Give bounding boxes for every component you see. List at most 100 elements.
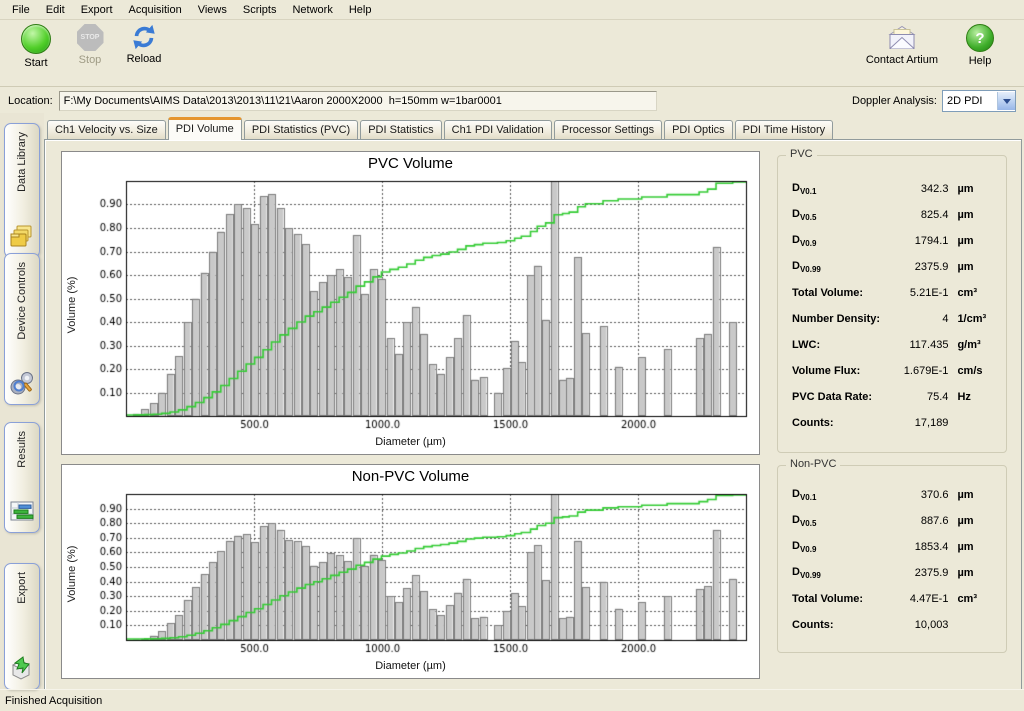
doppler-analysis-select[interactable]: 2D PDI <box>942 90 1016 112</box>
stat-label: DV0.5 <box>792 514 891 528</box>
stat-unit: µm <box>957 261 998 273</box>
stat-unit: cm³ <box>957 593 998 605</box>
stat-label: Counts: <box>792 417 891 429</box>
stat-row-lwc: LWC:117.435g/m³ <box>792 332 998 358</box>
stat-value: 887.6 <box>891 515 958 527</box>
tab-pdi-statistics-pvc[interactable]: PDI Statistics (PVC) <box>244 120 358 139</box>
stat-value: 825.4 <box>891 209 958 221</box>
tab-pdi-volume[interactable]: PDI Volume <box>168 117 242 140</box>
location-label: Location: <box>8 95 53 107</box>
start-button[interactable]: Start <box>10 24 62 69</box>
pvc-chart-xlabel: Diameter (µm) <box>62 434 759 453</box>
toolbar: Start STOP Stop Reload Contact Artium ? … <box>0 20 1024 87</box>
menu-item-network[interactable]: Network <box>284 2 340 18</box>
envelope-icon <box>886 24 918 51</box>
pvc-groupbox-title: PVC <box>786 148 817 160</box>
tab-processor-settings[interactable]: Processor Settings <box>554 120 662 139</box>
non-pvc-stats-groupbox: Non-PVC DV0.1370.6µmDV0.5887.6µmDV0.9185… <box>777 465 1007 653</box>
stat-row-d-v0-9: DV0.91853.4µm <box>792 534 998 560</box>
sidebar-item-data-library[interactable]: Data Library <box>4 123 40 258</box>
stat-row-total-volume: Total Volume:4.47E-1cm³ <box>792 586 998 612</box>
stat-row-pvc-data-rate: PVC Data Rate:75.4Hz <box>792 384 998 410</box>
tab-ch1-velocity-vs-size[interactable]: Ch1 Velocity vs. Size <box>47 120 166 139</box>
stat-unit: µm <box>957 209 998 221</box>
sidebar-item-label: Export <box>16 572 28 604</box>
start-button-label: Start <box>24 57 47 69</box>
gears-icon <box>9 370 35 399</box>
location-row: Location: F:\My Documents\AIMS Data\2013… <box>0 87 1024 115</box>
menu-item-help[interactable]: Help <box>341 2 380 18</box>
help-button[interactable]: ? Help <box>954 24 1006 67</box>
main-area: Data Library Device Controls Results Export… <box>0 113 1024 690</box>
export-arrow-icon <box>9 655 35 684</box>
stat-value: 1853.4 <box>891 541 958 553</box>
contact-artium-button[interactable]: Contact Artium <box>866 24 938 66</box>
menu-item-edit[interactable]: Edit <box>38 2 73 18</box>
tab-ch1-pdi-validation[interactable]: Ch1 PDI Validation <box>444 120 552 139</box>
stat-label: DV0.1 <box>792 182 891 196</box>
stat-row-d-v0-99: DV0.992375.9µm <box>792 254 998 280</box>
stat-unit: cm/s <box>957 365 998 377</box>
sidebar-item-label: Device Controls <box>16 262 28 340</box>
stat-unit: µm <box>957 541 998 553</box>
menu-item-export[interactable]: Export <box>73 2 121 18</box>
location-input[interactable]: F:\My Documents\AIMS Data\2013\2013\11\2… <box>59 91 657 111</box>
pvc-stats-groupbox: PVC DV0.1342.3µmDV0.5825.4µmDV0.91794.1µ… <box>777 155 1007 453</box>
stat-label: DV0.99 <box>792 566 891 580</box>
menu-bar: FileEditExportAcquisitionViewsScriptsNet… <box>0 0 1024 20</box>
menu-item-file[interactable]: File <box>4 2 38 18</box>
non-pvc-chart-title: Non-PVC Volume <box>62 465 759 489</box>
pvc-chart-ylabel: Volume (%) <box>66 277 78 334</box>
stat-unit: µm <box>957 235 998 247</box>
stat-value: 1.679E-1 <box>891 365 958 377</box>
start-icon <box>21 24 51 54</box>
pvc-volume-chart-panel: PVC Volume Volume (%) Diameter (µm) <box>61 151 760 455</box>
stat-unit: cm³ <box>957 287 998 299</box>
menu-item-scripts[interactable]: Scripts <box>235 2 285 18</box>
doppler-analysis-label: Doppler Analysis: <box>852 95 937 107</box>
non-pvc-volume-chart <box>82 489 755 658</box>
chevron-down-icon[interactable] <box>997 92 1015 110</box>
sidebar: Data Library Device Controls Results Export <box>0 113 44 690</box>
non-pvc-chart-ylabel: Volume (%) <box>66 545 78 602</box>
reload-button[interactable]: Reload <box>118 24 170 65</box>
stat-unit: 1/cm³ <box>957 313 998 325</box>
stat-row-total-volume: Total Volume:5.21E-1cm³ <box>792 280 998 306</box>
stat-label: Total Volume: <box>792 593 891 605</box>
folders-icon <box>9 223 35 252</box>
stat-value: 17,189 <box>891 417 958 429</box>
stat-row-counts: Counts:17,189 <box>792 410 998 436</box>
stat-unit: µm <box>957 567 998 579</box>
stat-unit: µm <box>957 489 998 501</box>
tab-pdi-optics[interactable]: PDI Optics <box>664 120 733 139</box>
stat-label: DV0.5 <box>792 208 891 222</box>
doppler-analysis-value: 2D PDI <box>943 95 997 107</box>
status-text: Finished Acquisition <box>5 695 102 707</box>
sidebar-item-export[interactable]: Export <box>4 563 40 690</box>
stat-label: DV0.1 <box>792 488 891 502</box>
stat-unit: Hz <box>957 391 998 403</box>
stat-unit: g/m³ <box>957 339 998 351</box>
stat-label: DV0.9 <box>792 234 891 248</box>
sidebar-item-results[interactable]: Results <box>4 422 40 533</box>
menu-item-views[interactable]: Views <box>190 2 235 18</box>
stat-unit: µm <box>957 183 998 195</box>
stat-label: LWC: <box>792 339 891 351</box>
non-pvc-volume-chart-panel: Non-PVC Volume Volume (%) Diameter (µm) <box>61 464 760 679</box>
tab-pdi-statistics[interactable]: PDI Statistics <box>360 120 441 139</box>
stat-row-d-v0-5: DV0.5825.4µm <box>792 202 998 228</box>
tab-strip: Ch1 Velocity vs. SizePDI VolumePDI Stati… <box>44 113 1024 139</box>
stat-row-number-density: Number Density:41/cm³ <box>792 306 998 332</box>
pvc-volume-chart <box>82 176 755 434</box>
stat-label: Total Volume: <box>792 287 891 299</box>
stat-value: 4 <box>891 313 958 325</box>
stat-value: 2375.9 <box>891 261 958 273</box>
tab-pdi-time-history[interactable]: PDI Time History <box>735 120 834 139</box>
pvc-chart-title: PVC Volume <box>62 152 759 176</box>
stat-value: 5.21E-1 <box>891 287 958 299</box>
sidebar-item-device-controls[interactable]: Device Controls <box>4 253 40 405</box>
stat-value: 2375.9 <box>891 567 958 579</box>
help-icon: ? <box>966 24 994 52</box>
contact-artium-label: Contact Artium <box>866 54 938 66</box>
menu-item-acquisition[interactable]: Acquisition <box>121 2 190 18</box>
